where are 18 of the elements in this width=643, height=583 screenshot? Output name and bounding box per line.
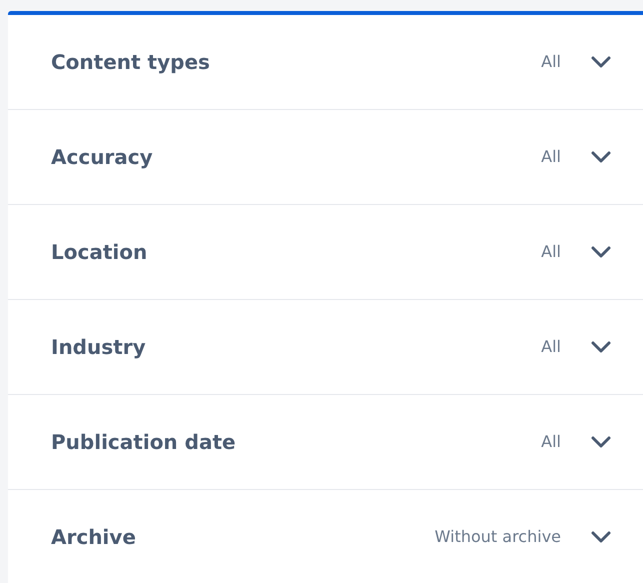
filter-value: All <box>541 51 561 73</box>
filter-value: Without archive <box>434 526 561 548</box>
filter-title: Archive <box>51 524 137 551</box>
filter-value: All <box>541 336 561 358</box>
filter-title: Location <box>51 239 148 266</box>
chevron-down-icon <box>591 56 611 68</box>
filter-title: Accuracy <box>51 144 154 171</box>
chevron-down-icon <box>591 246 611 258</box>
filter-value: All <box>541 431 561 453</box>
chevron-down-icon <box>591 436 611 448</box>
filter-title: Publication date <box>51 429 237 456</box>
chevron-down-icon <box>591 151 611 163</box>
chevron-down-icon <box>591 341 611 353</box>
filter-title: Content types <box>51 49 211 76</box>
filter-value: All <box>541 146 561 168</box>
filter-value: All <box>541 241 561 263</box>
chevron-down-icon <box>591 531 611 543</box>
filter-title: Industry <box>51 334 147 361</box>
